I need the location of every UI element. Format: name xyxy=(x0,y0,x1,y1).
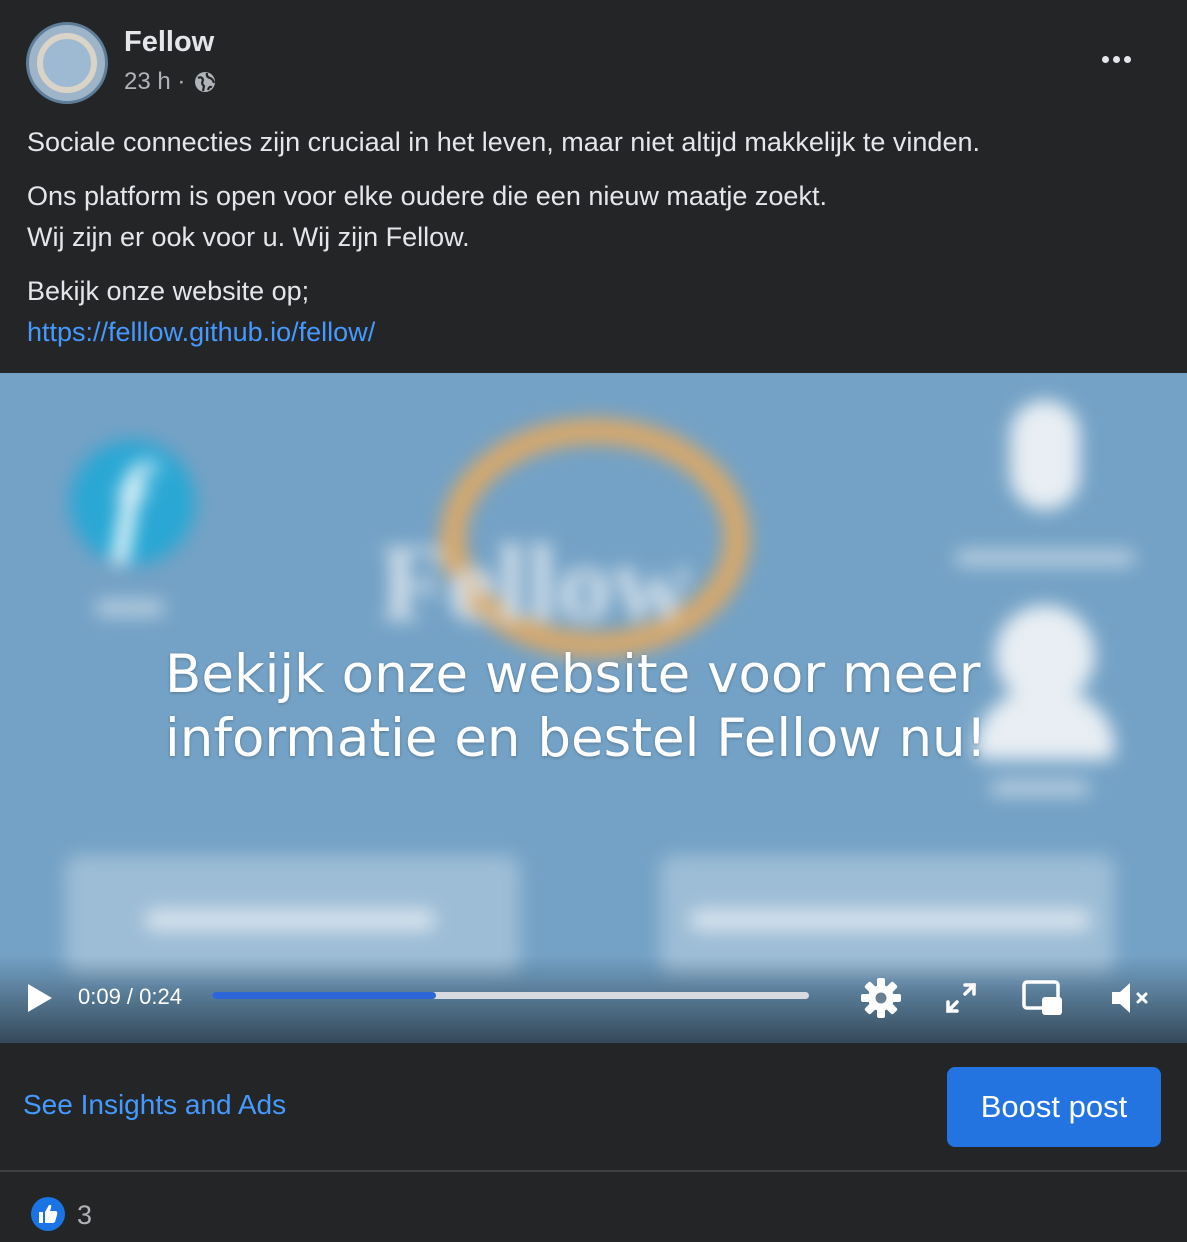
picture-in-picture-icon[interactable] xyxy=(1020,975,1066,1021)
reaction-count[interactable]: 3 xyxy=(77,1200,92,1231)
fullscreen-icon[interactable] xyxy=(938,975,984,1021)
post-timestamp[interactable]: 23 h · xyxy=(124,68,185,96)
muted-volume-icon[interactable] xyxy=(1108,975,1154,1021)
see-insights-link[interactable]: See Insights and Ads xyxy=(23,1089,286,1121)
post-paragraph: Bekijk onze website op; https://felllow.… xyxy=(27,271,1157,353)
more-options-button[interactable] xyxy=(1094,42,1138,76)
more-options-icon xyxy=(1101,55,1109,63)
avatar-ring xyxy=(37,33,97,93)
post-paragraph: Ons platform is open voor elke oudere di… xyxy=(27,176,1157,258)
boost-post-button[interactable]: Boost post xyxy=(947,1067,1161,1147)
like-reaction-icon[interactable] xyxy=(30,1196,66,1232)
page-name[interactable]: Fellow xyxy=(124,26,214,59)
video-progress-bar[interactable] xyxy=(212,992,809,999)
post-header: Fellow 23 h · xyxy=(0,0,1187,110)
globe-icon xyxy=(195,72,216,92)
post-line: Wij zijn er ook voor u. Wij zijn Fellow. xyxy=(27,222,470,252)
settings-icon[interactable] xyxy=(858,975,904,1021)
post-body: Sociale connecties zijn cruciaal in het … xyxy=(27,122,1157,366)
post-line: Bekijk onze website op; xyxy=(27,276,310,306)
post-line: Ons platform is open voor elke oudere di… xyxy=(27,181,827,211)
post-paragraph: Sociale connecties zijn cruciaal in het … xyxy=(27,127,980,157)
post-meta: 23 h · xyxy=(124,68,217,96)
play-icon[interactable] xyxy=(22,981,56,1015)
overlay-line: informatie en bestel Fellow nu! xyxy=(165,708,987,769)
video-progress-fill xyxy=(212,992,436,999)
page-avatar[interactable] xyxy=(26,22,108,104)
divider xyxy=(0,1170,1187,1172)
overlay-line: Bekijk onze website voor meer xyxy=(165,644,981,705)
video-overlay-text: Bekijk onze website voor meer informatie… xyxy=(165,643,1065,771)
video-time: 0:09 / 0:24 xyxy=(78,984,182,1009)
website-link[interactable]: https://felllow.github.io/fellow/ xyxy=(27,317,375,347)
